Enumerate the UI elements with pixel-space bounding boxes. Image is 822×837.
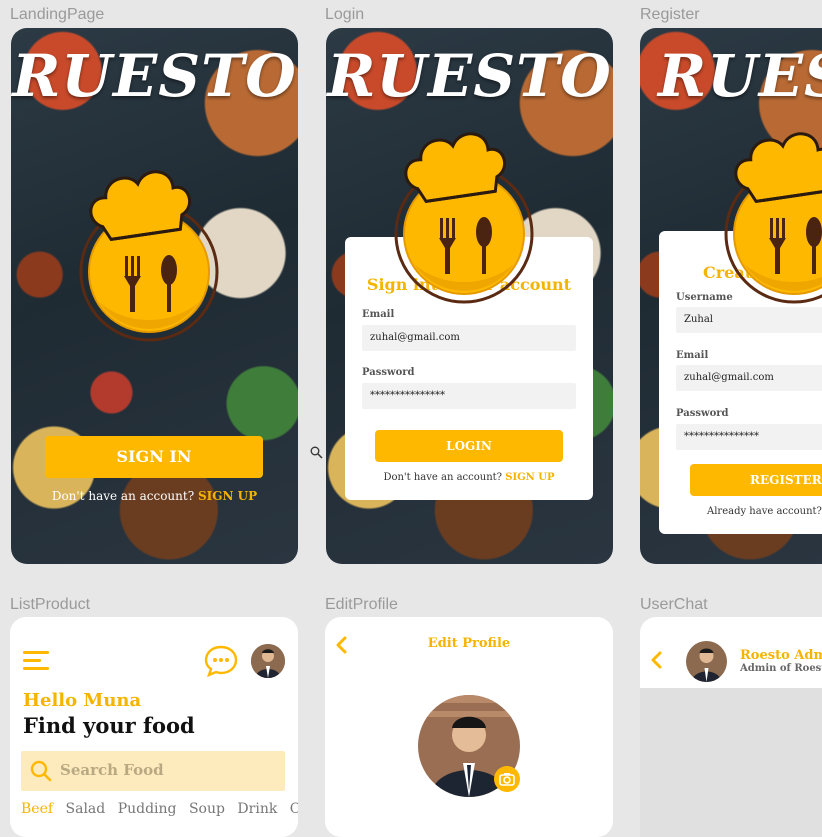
frame-label-edit-profile: EditProfile [325,596,398,613]
category-tab[interactable]: Beef [21,801,53,817]
chat-header: Roesto Admi Admin of Roesto [640,617,822,688]
chef-hat-logo [79,165,219,342]
login-button[interactable]: LOGIN [375,430,563,462]
email-label: Email [362,309,395,320]
chat-contact-subtitle: Admin of Roesto [740,663,822,674]
login-prompt: Already have account? [707,506,822,517]
brand-logo: RUESTO [327,42,612,110]
category-tabs: Beef Salad Pudding Soup Drink Cake [21,801,298,817]
email-label: Email [676,350,709,361]
avatar[interactable] [251,644,285,678]
signup-prompt-text: Don't have an account? [383,472,503,483]
landing-screen: RUESTO SIGN IN Don't have an account? SI… [11,28,298,564]
back-chevron-icon[interactable] [650,651,662,669]
category-tab[interactable]: Cake [290,801,298,817]
frame-label-list-product: ListProduct [10,596,91,613]
signup-prompt: Don't have an account? SIGN UP [345,472,593,483]
category-tab[interactable]: Drink [237,801,277,817]
frame-label-login: Login [325,6,365,23]
password-label: Password [676,408,729,419]
camera-icon[interactable] [493,765,521,793]
chat-contact-name: Roesto Admi [740,648,822,663]
password-field[interactable]: *************** [362,383,576,409]
category-tab[interactable]: Soup [189,801,225,817]
signup-prompt-text: Don't have an account? [51,489,195,503]
email-field[interactable]: zuhal@gmail.com [362,325,576,351]
greeting: Hello Muna [23,690,142,711]
search-input[interactable]: Search Food [60,761,164,779]
chat-bubble-icon[interactable] [204,645,238,677]
brand-logo: RUESTO [12,42,297,110]
frame-label-user-chat: UserChat [640,596,708,613]
sign-in-button[interactable]: SIGN IN [45,436,263,478]
zoom-cursor-icon [310,446,323,459]
hamburger-menu-icon[interactable] [23,651,50,671]
sign-up-link[interactable]: SIGN UP [505,472,554,483]
frame-label-register: Register [640,6,700,23]
edit-profile-screen: Edit Profile [325,617,613,837]
page-headline: Find your food [23,713,195,738]
user-chat-screen: Roesto Admi Admin of Roesto [640,617,822,837]
category-tab[interactable]: Pudding [118,801,177,817]
search-bar[interactable]: Search Food [21,751,285,791]
email-field[interactable]: zuhal@gmail.com [676,365,822,391]
category-tab[interactable]: Salad [66,801,106,817]
password-label: Password [362,367,415,378]
search-icon [30,760,52,782]
chef-hat-logo [394,127,534,304]
login-screen: RUESTO Sign into your account Email zuha… [326,28,613,564]
password-field[interactable]: *************** [676,424,822,450]
list-product-screen: Hello Muna Find your food Search Food Be… [10,617,298,837]
frame-label-landing: LandingPage [10,6,105,23]
register-screen: RUESTO Create new ac Username Zuhal Emai… [640,28,822,564]
avatar [686,641,727,682]
brand-logo: RUESTO [658,42,822,110]
signup-prompt: Don't have an account? SIGN UP [11,489,298,503]
sign-up-link[interactable]: SIGN UP [198,489,257,503]
page-title: Edit Profile [427,636,511,651]
register-button[interactable]: REGISTER [690,464,822,496]
chef-hat-logo [724,127,822,304]
